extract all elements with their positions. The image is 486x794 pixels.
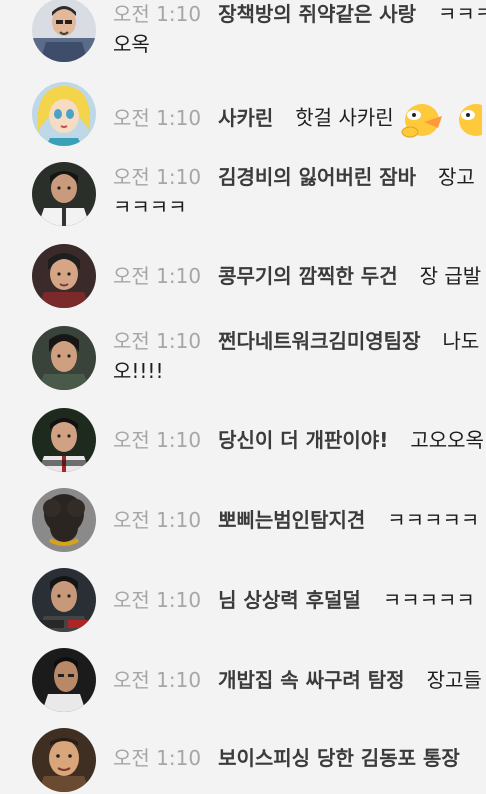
avatar[interactable]: [32, 648, 96, 712]
sender-nickname: 사카린: [218, 105, 274, 130]
message-time: 오전 1:10: [113, 746, 202, 770]
yellow-bird-emoticon-icon: [401, 104, 442, 138]
message-text: 장 급발: [419, 264, 482, 288]
message-text: ㅋㅋㅋㅋㅋ: [438, 2, 486, 26]
message-time: 오전 1:10: [113, 2, 202, 26]
message-text-continuation: 오!!!!: [113, 359, 164, 383]
message-text-continuation: ㅋㅋㅋㅋ: [113, 195, 187, 219]
message-time: 오전 1:10: [113, 508, 202, 532]
avatar[interactable]: [32, 0, 96, 62]
message-text: ㅋㅋㅋㅋㅋ: [382, 588, 475, 612]
message-text: 핫걸 사카린: [295, 105, 394, 130]
message-text: 나도: [442, 329, 480, 353]
sender-nickname: 개밥집 속 싸구려 탐정: [218, 668, 405, 692]
message-text: 장고: [438, 165, 475, 189]
emoticon-group: [398, 98, 486, 140]
sender-nickname: 보이스피싱 당한 김동포 통장: [218, 746, 460, 770]
message-time: 오전 1:10: [113, 668, 202, 692]
sender-nickname: 쩐다네트워크김미영팀장: [218, 329, 421, 353]
sender-nickname: 콩무기의 깜찍한 두건: [218, 264, 398, 288]
message-time: 오전 1:10: [113, 105, 202, 130]
avatar[interactable]: [32, 244, 96, 308]
message-time: 오전 1:10: [113, 329, 202, 353]
message-time: 오전 1:10: [113, 428, 202, 452]
message-time: 오전 1:10: [113, 165, 202, 189]
message-text: ㅋㅋㅋㅋㅋ: [387, 508, 480, 532]
avatar[interactable]: [32, 728, 96, 792]
sender-nickname: 김경비의 잃어버린 잠바: [218, 165, 417, 189]
avatar[interactable]: [32, 408, 96, 472]
message-text: 장고들: [426, 668, 482, 692]
avatar[interactable]: [32, 82, 96, 146]
message-time: 오전 1:10: [113, 588, 202, 612]
avatar[interactable]: [32, 568, 96, 632]
yellow-bird-emoticon-icon: [459, 104, 486, 136]
sender-nickname: 장책방의 쥐약같은 사랑: [218, 2, 417, 26]
sender-nickname: 뽀삐는범인탐지견: [218, 508, 366, 532]
avatar[interactable]: [32, 488, 96, 552]
avatar[interactable]: [32, 326, 96, 390]
sender-nickname: 당신이 더 개판이야!: [218, 428, 389, 452]
avatar[interactable]: [32, 162, 96, 226]
sender-nickname: 님 상상력 후덜덜: [218, 588, 361, 612]
message-text: 고오오옥: [410, 428, 484, 452]
message-time: 오전 1:10: [113, 264, 202, 288]
message-text-continuation: 오옥: [113, 32, 150, 56]
chat-message-list[interactable]: 오전 1:10 장책방의 쥐약같은 사랑 ㅋㅋㅋㅋㅋ 오옥 오전 1:10 사카린 핫걸…: [0, 0, 486, 794]
